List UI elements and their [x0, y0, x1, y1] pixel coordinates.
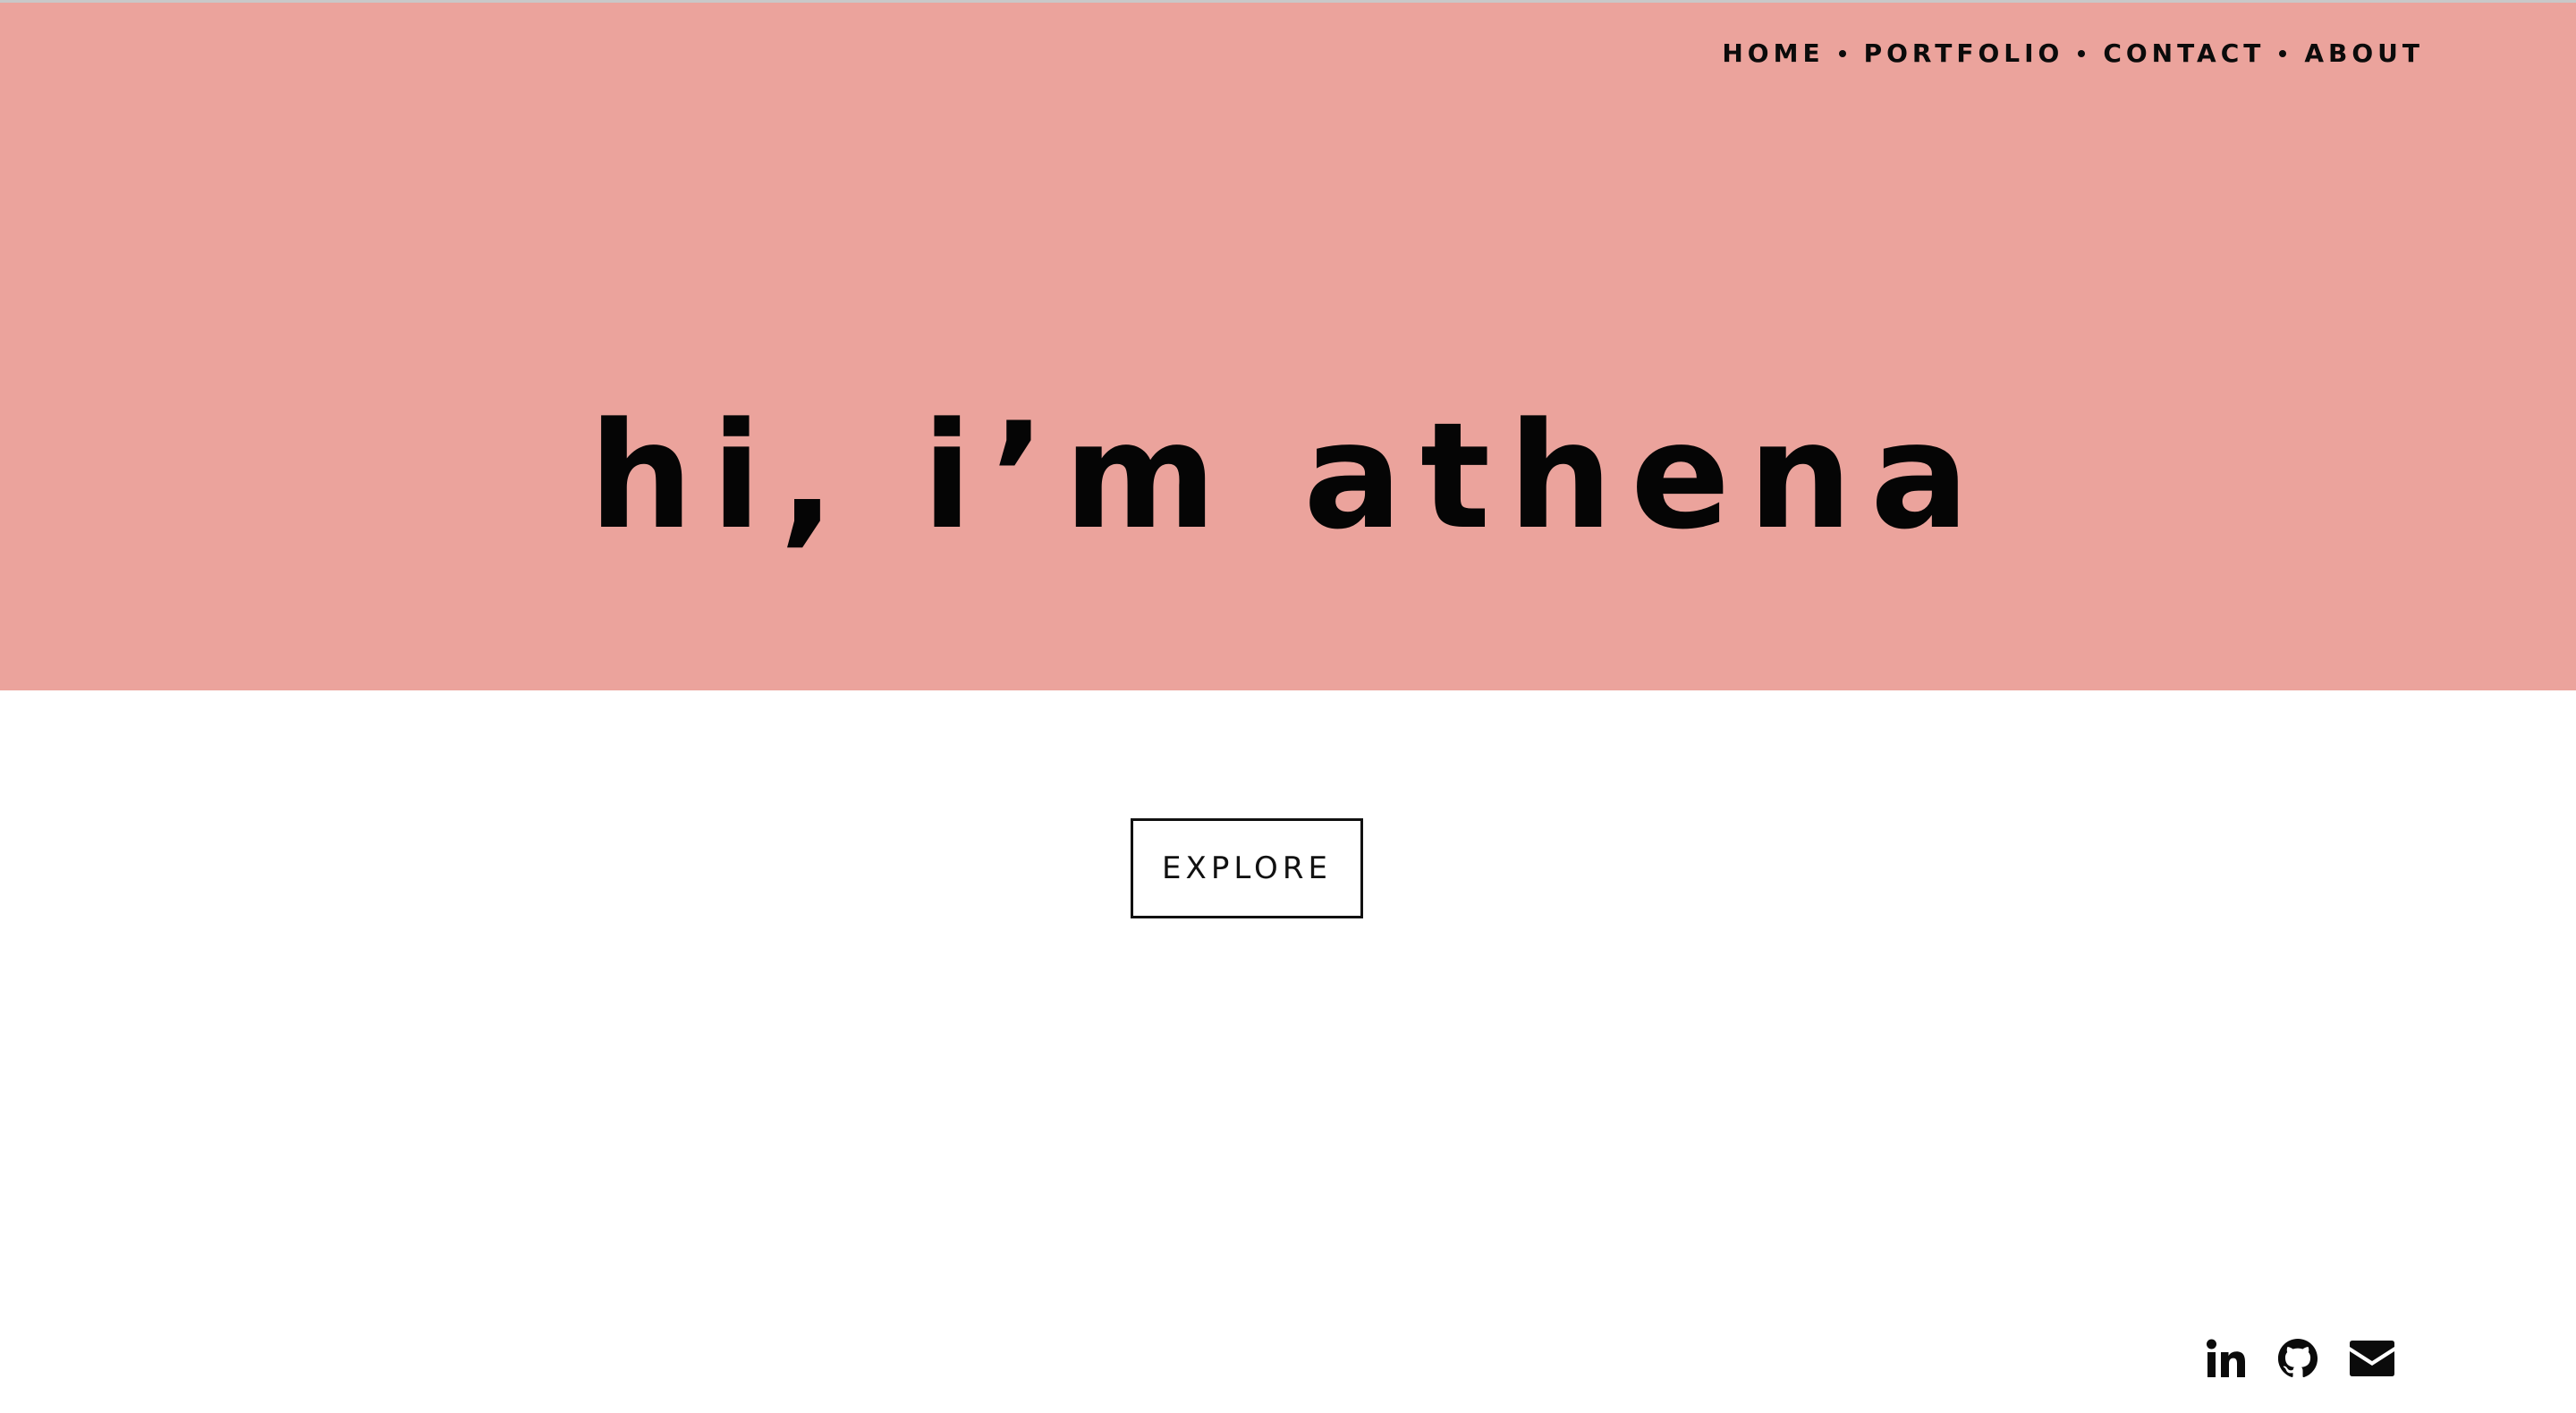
- github-icon[interactable]: [2277, 1338, 2318, 1379]
- social-links: [2206, 1338, 2395, 1379]
- hero-banner: HOME PORTFOLIO CONTACT ABOUT hi, i’m ath…: [0, 0, 2576, 690]
- explore-button[interactable]: EXPLORE: [1131, 818, 1363, 918]
- nav-link-portfolio[interactable]: PORTFOLIO: [1864, 38, 2064, 68]
- hero-title: hi, i’m athena: [589, 391, 1987, 562]
- nav-link-home[interactable]: HOME: [1722, 38, 1824, 68]
- nav-separator: [2279, 49, 2287, 57]
- linkedin-icon[interactable]: [2206, 1338, 2247, 1379]
- nav-separator: [1838, 49, 1846, 57]
- nav-link-contact[interactable]: CONTACT: [2103, 38, 2265, 68]
- email-icon[interactable]: [2349, 1340, 2395, 1377]
- nav-link-about[interactable]: ABOUT: [2304, 38, 2424, 68]
- nav-separator: [2078, 49, 2086, 57]
- main-nav: HOME PORTFOLIO CONTACT ABOUT: [1722, 38, 2424, 68]
